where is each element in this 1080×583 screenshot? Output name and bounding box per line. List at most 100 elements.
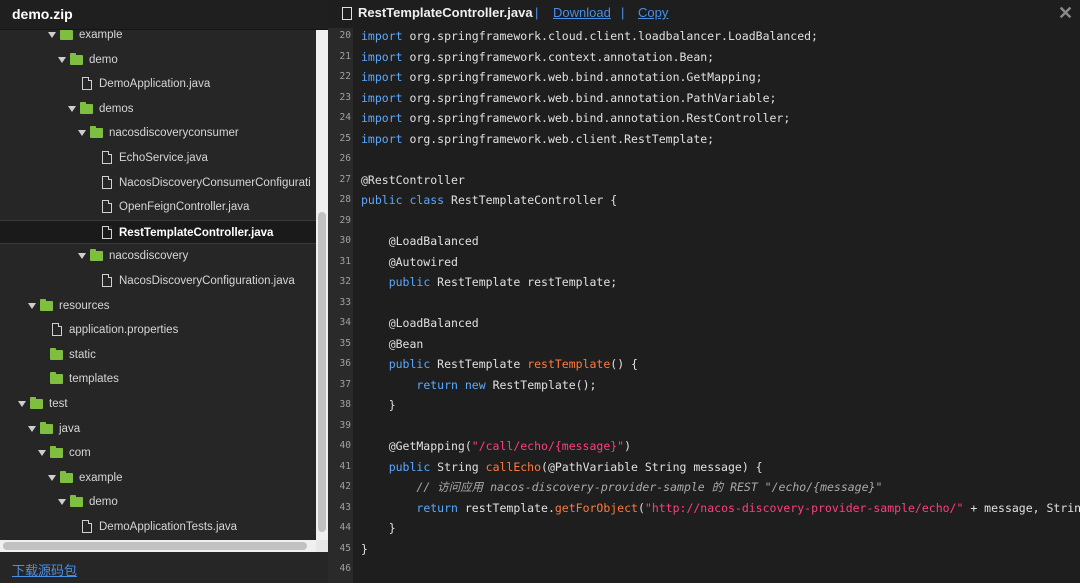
line-number: 45 [339,542,351,554]
code-token: import [361,111,403,125]
file-tree-pane: demo.zip example demo DemoApplication.java… [0,0,328,583]
tree-item-label: DemoApplication.java [99,78,211,91]
tree-item-label: example [79,30,123,41]
code-line: @Bean [361,334,424,354]
tree-item-label: demos [99,102,134,115]
file-tree: example demo DemoApplication.java demos naco… [0,30,316,540]
code-token: @Bean [361,336,424,351]
tree-item-label: NacosDiscoveryConfiguration.java [119,275,295,287]
app-window: demo.zip example demo DemoApplication.java… [0,0,1080,583]
code-token: ) [624,439,632,453]
code-token: } [361,521,396,535]
code-token: public [361,193,403,207]
download-button[interactable]: Download [553,5,611,20]
code-token: RestTemplate restTemplate; [430,275,618,289]
code-line: @LoadBalanced [361,231,479,251]
expand-arrow-icon[interactable] [48,32,56,38]
tree-folder[interactable]: demos [0,97,316,121]
tree-folder[interactable]: nacosdiscovery [0,244,316,268]
code-token: import [361,90,403,105]
tree-item-label: RestTemplateController.java [119,226,274,239]
tree-folder[interactable]: templates [0,367,316,391]
code-token: RestTemplate [430,357,528,371]
tree-folder[interactable]: demo [0,48,316,72]
code-token: public [388,275,431,289]
expand-arrow-icon[interactable] [68,105,76,112]
code-token: restTemplate [527,357,611,371]
tree-folder[interactable]: resources [0,294,316,318]
tree-folder[interactable]: com [0,441,316,465]
code-line: // 访问应用 nacos-discovery-provider-sample … [361,477,882,497]
tree-file[interactable]: application.properties [0,318,316,342]
code-token: @RestController [361,172,465,187]
tree-item-label: EchoService.java [119,152,208,164]
tree-item-label: test [49,398,68,410]
tree-item-label: templates [69,373,119,386]
copy-button[interactable]: Copy [638,5,668,20]
tree-file[interactable]: DemoApplicationTests.java [0,515,316,539]
folder-icon [50,372,63,385]
tree-file[interactable]: OpenFeignController.java [0,195,316,219]
code-token: @GetMapping( [361,439,472,453]
scrollbar-corner [316,540,328,552]
tree-folder[interactable]: java [0,417,316,441]
tree-horizontal-scroll-thumb[interactable] [3,542,307,550]
tree-item-label: DemoApplicationTests.java [99,521,238,533]
line-number: 29 [339,214,351,226]
tree-file[interactable]: EchoService.java [0,146,316,170]
tree-item-label: demo [89,53,118,66]
tree-folder[interactable]: static [0,343,316,367]
tree-vertical-scrollbar[interactable] [316,30,328,540]
code-token: class [409,193,445,207]
tree-folder[interactable]: test [0,392,316,416]
code-line: public RestTemplate restTemplate; [361,272,617,292]
expand-arrow-icon[interactable] [58,56,66,63]
tree-folder[interactable]: nacosdiscoveryconsumer [0,121,316,145]
folder-icon [40,298,53,311]
line-number: 44 [339,522,351,533]
folder-icon [60,470,73,483]
tree-vertical-scroll-thumb[interactable] [318,212,326,532]
tree-folder[interactable]: example [0,30,316,47]
line-number: 35 [339,337,351,349]
tree-item-label: OpenFeignController.java [119,201,250,214]
tree-folder[interactable]: example [0,466,316,490]
code-line: import org.springframework.web.bind.anno… [361,67,763,87]
expand-arrow-icon[interactable] [28,302,36,309]
line-number: 37 [339,378,351,390]
tree-folder[interactable]: demo [0,490,316,514]
code-token: ( [637,500,645,515]
tree-file[interactable]: NacosDiscoveryConsumerConfigurati [0,171,316,195]
tree-file[interactable]: RestTemplateController.java [0,219,316,244]
code-line: public class RestTemplateController { [361,190,617,210]
tree-file[interactable]: NacosDiscoveryConfiguration.java [0,269,316,293]
download-source-link[interactable]: 下载源码包 [12,560,77,579]
tree-file[interactable]: DemoApplication.java [0,72,316,96]
code-token: getForObject [554,500,638,515]
expand-arrow-icon[interactable] [78,253,86,260]
code-line: @GetMapping("/call/echo/{message}") [361,436,631,456]
close-icon[interactable]: ✕ [1058,4,1073,22]
expand-arrow-icon[interactable] [28,425,36,432]
code-token: return [416,500,458,515]
tree-item-label: com [69,447,91,460]
code-line: @RestController [361,170,465,190]
code-token: org.springframework.web.bind.annotation.… [402,111,791,125]
file-icon [102,274,112,287]
expand-arrow-icon[interactable] [38,450,46,457]
line-number: 24 [339,112,351,123]
file-icon [52,323,62,337]
tree-horizontal-scrollbar[interactable] [0,540,316,552]
tree-item-label: demo [89,496,118,509]
expand-arrow-icon[interactable] [58,499,66,506]
expand-arrow-icon[interactable] [78,130,86,137]
code-line: import org.springframework.web.bind.anno… [361,108,790,128]
code-token: (@PathVariable String message) { [541,459,763,474]
expand-arrow-icon[interactable] [48,474,56,481]
code-token: new [464,377,486,392]
expand-arrow-icon[interactable] [18,401,26,407]
